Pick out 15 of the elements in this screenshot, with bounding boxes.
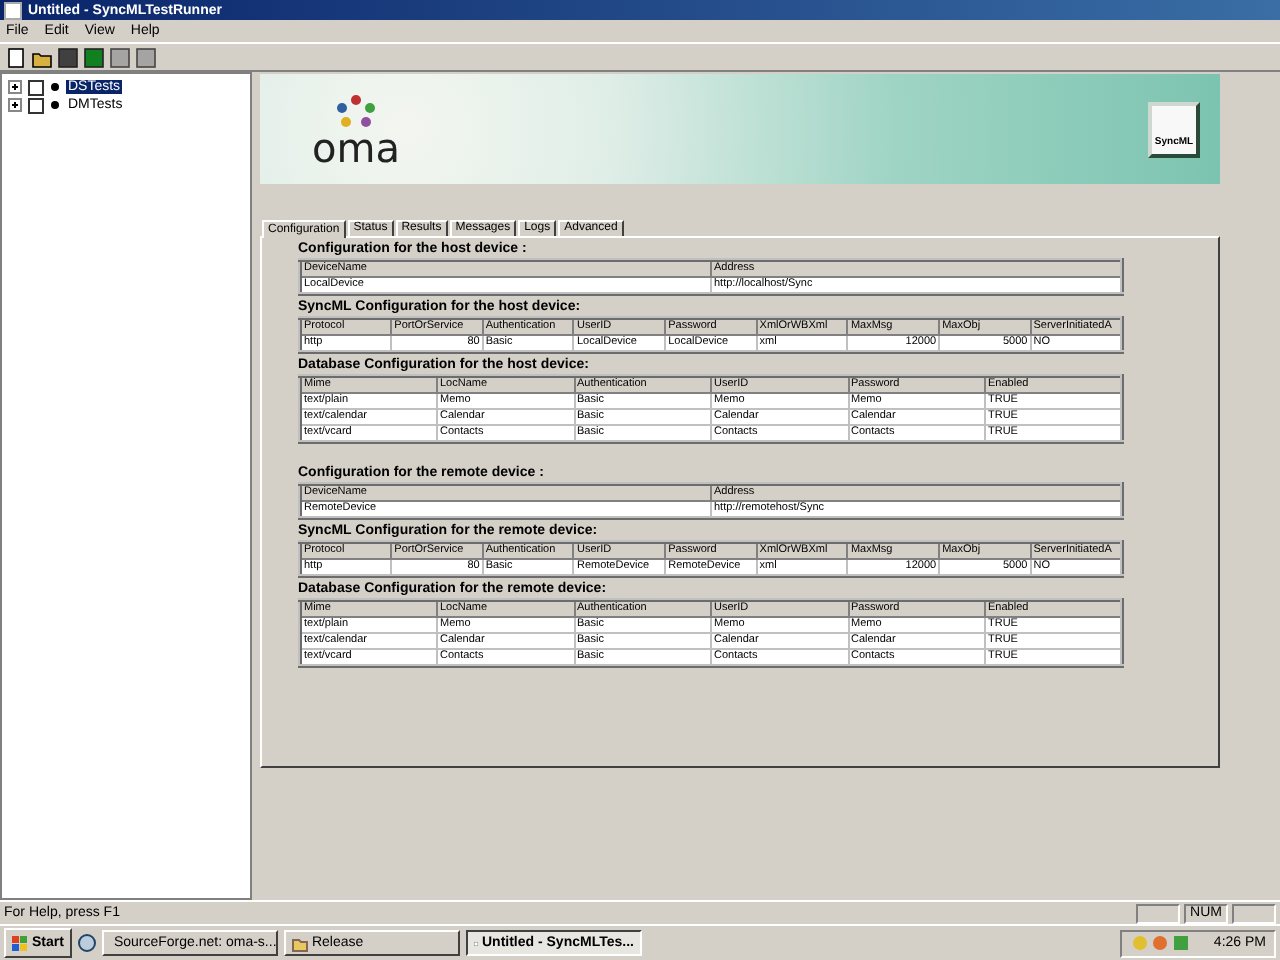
checkbox[interactable]	[28, 97, 44, 113]
app-icon	[4, 1, 22, 19]
checkbox[interactable]	[28, 79, 44, 95]
logo-text: oma	[312, 129, 400, 165]
node-icon	[50, 100, 60, 110]
node-icon	[50, 82, 60, 92]
toolbar-icon[interactable]	[84, 47, 104, 67]
expand-icon[interactable]	[8, 98, 22, 112]
expand-icon[interactable]	[8, 80, 22, 94]
windows-logo-icon	[12, 935, 28, 951]
task-icon	[291, 935, 308, 951]
status-pane	[1232, 903, 1276, 923]
dots-logo-icon	[333, 93, 378, 129]
status-pane	[1136, 903, 1180, 923]
browser-icon[interactable]	[77, 934, 96, 952]
